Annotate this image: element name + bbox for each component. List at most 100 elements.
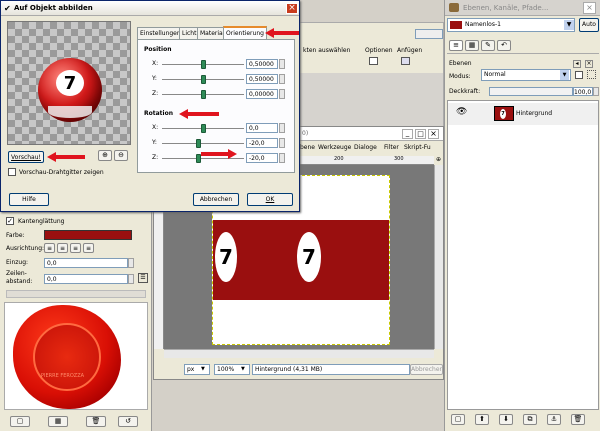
duplicate-layer-icon[interactable]: ⧉	[523, 414, 537, 425]
position-y-field[interactable]: 0,50000	[246, 74, 278, 84]
justify-right-icon[interactable]: ≡	[57, 243, 68, 253]
menu-script-fu[interactable]: Skript-Fu	[404, 144, 431, 151]
layers-dock-titlebar[interactable]: Ebenen, Kanäle, Pfade... ×	[445, 0, 600, 16]
color-swatch[interactable]	[44, 230, 132, 240]
bg-toolbar-append[interactable]: Anfügen	[397, 47, 422, 54]
eye-icon[interactable]: 👁	[456, 107, 467, 117]
indent-field[interactable]: 0,0	[44, 258, 128, 268]
text-box-icon[interactable]: ☰	[138, 273, 148, 283]
mode-label: Modus:	[449, 73, 471, 80]
rotation-y-field[interactable]: -20,0	[246, 138, 278, 148]
bg-work-area	[299, 73, 443, 131]
append-icon[interactable]	[401, 57, 410, 65]
layers-buttonbar: ▢ ⬆ ⬇ ⧉ ⚓ 🗑	[447, 412, 599, 430]
delete-options-icon[interactable]: 🗑	[86, 416, 106, 427]
delete-layer-icon[interactable]: 🗑	[571, 414, 585, 425]
chevron-down-icon[interactable]: ▼	[564, 20, 574, 30]
help-button[interactable]: Hilfe	[9, 193, 49, 206]
chevron-down-icon[interactable]: ▼	[241, 365, 245, 374]
tool-options-panel: ✓ Kantenglättung Farbe: Ausrichtung: ≡ ≡…	[0, 212, 152, 431]
paths-tab-icon[interactable]: ✎	[481, 40, 495, 51]
save-options-icon[interactable]: ▢	[10, 416, 30, 427]
indent-label: Einzug:	[6, 259, 29, 266]
bg-menu-fragment[interactable]: kten auswählen	[303, 47, 350, 54]
channels-tab-icon[interactable]: ▦	[465, 40, 479, 51]
preview-button[interactable]: Vorschau!	[8, 151, 44, 163]
cancel-button[interactable]: Abbrechen	[193, 193, 239, 206]
zoom-out-icon[interactable]: ⊖	[114, 150, 128, 161]
rotation-y-knob[interactable]	[195, 139, 201, 148]
indent-spin[interactable]	[128, 258, 134, 268]
close-icon[interactable]: ×	[428, 129, 439, 139]
rotation-x-spin[interactable]	[279, 123, 285, 133]
layers-tab-icon[interactable]: ≡	[449, 40, 463, 51]
zoom-in-icon[interactable]: ⊕	[98, 150, 112, 161]
mode-select[interactable]: Normal ▼	[481, 69, 571, 81]
unit-select[interactable]: px ▼	[184, 364, 210, 375]
restore-options-icon[interactable]: ▦	[48, 416, 68, 427]
ok-button[interactable]: OK	[247, 193, 293, 206]
opacity-field[interactable]: 100,0	[573, 87, 593, 96]
position-x-field[interactable]: 0,50000	[246, 59, 278, 69]
horizontal-scrollbar[interactable]	[164, 349, 434, 358]
line-spacing-field[interactable]: 0,0	[44, 274, 128, 284]
rotation-z-field[interactable]: -20,0	[246, 153, 278, 163]
dialog-titlebar[interactable]: ✔ Auf Objekt abbilden ×	[1, 1, 299, 16]
chevron-down-icon[interactable]: ▼	[560, 70, 569, 80]
rotation-z-spin[interactable]	[279, 153, 285, 163]
position-x-spin[interactable]	[279, 59, 285, 69]
menu-dialogs[interactable]: Dialoge	[354, 144, 377, 151]
opacity-spin[interactable]	[593, 87, 599, 96]
reset-options-icon[interactable]: ↺	[118, 416, 138, 427]
raise-layer-icon[interactable]: ⬆	[475, 414, 489, 425]
chevron-down-icon[interactable]: ▼	[201, 365, 205, 374]
menu-tools[interactable]: Werkzeuge	[318, 144, 351, 151]
antialias-checkbox[interactable]: ✓	[6, 217, 14, 225]
rotation-y-label: Y:	[152, 139, 157, 146]
status-cancel-button[interactable]: Abbrechen	[410, 364, 443, 375]
rotation-x-field[interactable]: 0,0	[246, 123, 278, 133]
configure-tab-icon[interactable]: ◂	[573, 60, 581, 68]
rotation-y-spin[interactable]	[279, 138, 285, 148]
position-y-knob[interactable]	[200, 75, 206, 84]
zoom-select[interactable]: 100% ▼	[214, 364, 250, 375]
new-layer-icon[interactable]: ▢	[451, 414, 465, 425]
anchor-layer-icon[interactable]: ⚓	[547, 414, 561, 425]
close-tab-icon[interactable]: ×	[585, 60, 593, 68]
justify-fill-icon[interactable]: ≡	[83, 243, 94, 253]
position-z-knob[interactable]	[200, 90, 206, 99]
line-spacing-spin[interactable]	[128, 274, 134, 284]
image-select[interactable]: Namenlos-1 ▼	[447, 18, 575, 32]
auto-button[interactable]: Auto	[579, 18, 599, 32]
navigate-icon[interactable]: ⊕	[434, 156, 443, 165]
menu-layer[interactable]: bene	[300, 144, 315, 151]
position-x-label: X:	[152, 60, 159, 67]
menu-filters[interactable]: Filter	[384, 144, 399, 151]
vertical-scrollbar[interactable]	[434, 165, 443, 349]
keep-transparency-checkbox[interactable]	[575, 71, 583, 79]
tab-orientation[interactable]: Orientierung	[223, 26, 267, 39]
wireframe-checkbox[interactable]	[8, 168, 16, 176]
opacity-slider[interactable]	[489, 87, 573, 96]
undo-tab-icon[interactable]: ↶	[497, 40, 511, 51]
layer-row[interactable]: 👁 7 Hintergrund	[448, 103, 598, 125]
options-icon[interactable]	[369, 57, 378, 65]
rotation-z-knob[interactable]	[195, 154, 201, 163]
position-x-knob[interactable]	[200, 60, 206, 69]
map-object-dialog: ✔ Auf Objekt abbilden × 7 Vorschau! ⊕ ⊖ …	[0, 0, 300, 212]
bg-dropdown[interactable]	[415, 29, 443, 39]
preview-area[interactable]: 7	[7, 21, 131, 145]
position-z-field[interactable]: 0,00000	[246, 89, 278, 99]
position-y-spin[interactable]	[279, 74, 285, 84]
justify-center-icon[interactable]: ≡	[70, 243, 81, 253]
bg-toolbar-options[interactable]: Optionen	[365, 47, 393, 54]
close-icon[interactable]: ×	[286, 3, 298, 14]
position-z-spin[interactable]	[279, 89, 285, 99]
justify-left-icon[interactable]: ≡	[44, 243, 55, 253]
minimize-icon[interactable]: _	[402, 129, 413, 139]
maximize-icon[interactable]: □	[415, 129, 426, 139]
close-icon[interactable]: ×	[583, 2, 596, 14]
rotation-x-knob[interactable]	[200, 124, 206, 133]
tab-settings[interactable]: Einstellungen	[137, 27, 184, 39]
lower-layer-icon[interactable]: ⬇	[499, 414, 513, 425]
